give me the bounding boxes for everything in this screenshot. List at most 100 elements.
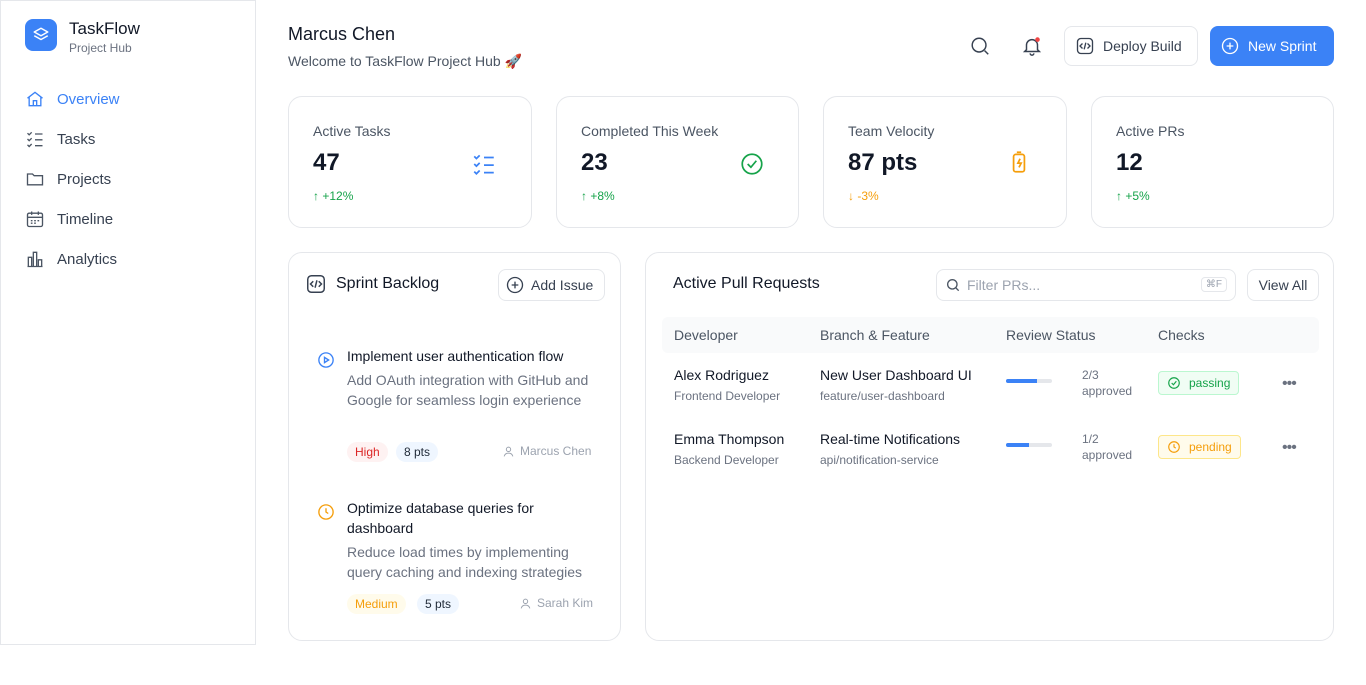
battery-bolt-icon	[1012, 151, 1026, 173]
review-progress-fill	[1006, 379, 1037, 383]
user-icon	[503, 446, 514, 457]
check-status-label: passing	[1189, 376, 1231, 390]
feature-name: New User Dashboard UI	[820, 367, 972, 383]
filter-prs-field[interactable]: ⌘F	[936, 269, 1236, 301]
stat-label: Active Tasks	[313, 123, 391, 139]
check-status-badge: pending	[1158, 435, 1241, 459]
welcome-text: Welcome to TaskFlow Project Hub 🚀	[288, 53, 522, 69]
review-status: 2/3 approved	[1082, 367, 1132, 399]
new-sprint-button[interactable]: New Sprint	[1210, 26, 1334, 66]
review-count: 1/2	[1082, 432, 1099, 446]
pull-requests-card: Active Pull Requests ⌘F View All Develop…	[645, 252, 1334, 641]
filter-prs-input[interactable]	[967, 277, 1187, 293]
more-options-icon[interactable]: •••	[1282, 439, 1297, 457]
review-count: 2/3	[1082, 368, 1099, 382]
deploy-build-button[interactable]: Deploy Build	[1064, 26, 1198, 66]
clock-icon	[318, 504, 334, 520]
sidebar-nav: Overview Tasks Projects Timeline Analyti…	[25, 87, 120, 287]
layers-icon	[25, 19, 57, 51]
review-status: 1/2 approved	[1082, 431, 1132, 463]
branch-name: feature/user-dashboard	[820, 389, 945, 403]
review-progress-fill	[1006, 443, 1029, 447]
stat-change: ↑ +5%	[1116, 189, 1150, 203]
bar-chart-icon	[27, 251, 43, 268]
points-badge: 8 pts	[396, 442, 439, 462]
plus-circle-icon	[506, 276, 524, 294]
review-word: approved	[1082, 448, 1133, 462]
brand-subtitle: Project Hub	[69, 41, 132, 55]
backlog-task[interactable]: Implement user authentication flow Add O…	[305, 348, 605, 469]
calendar-icon	[26, 211, 44, 228]
assignee-name: Sarah Kim	[537, 596, 594, 610]
feature-name: Real-time Notifications	[820, 431, 961, 447]
assignee: Marcus Chen	[502, 444, 591, 458]
deploy-build-label: Deploy Build	[1103, 38, 1182, 54]
column-header: Review Status	[1006, 327, 1096, 343]
sidebar-item-analytics[interactable]: Analytics	[25, 247, 120, 271]
check-circle-icon	[741, 153, 763, 175]
home-icon	[27, 91, 43, 107]
pull-requests-title: Active Pull Requests	[673, 275, 820, 292]
notifications-button[interactable]	[1020, 34, 1044, 58]
column-header: Branch & Feature	[820, 327, 930, 343]
bell-icon	[1022, 37, 1042, 56]
assignee-name: Marcus Chen	[520, 444, 592, 458]
stat-change: ↑ +8%	[581, 189, 615, 203]
code-icon	[307, 275, 325, 293]
task-title: Optimize database queries for dashboard	[347, 500, 534, 536]
stat-card-active-tasks: Active Tasks 47 ↑ +12%	[288, 96, 532, 228]
sprint-backlog-card: Sprint Backlog Add Issue Implement user …	[288, 252, 621, 641]
assignee: Sarah Kim	[519, 596, 593, 610]
developer-role: Backend Developer	[674, 453, 779, 467]
sidebar-item-label: Overview	[57, 90, 120, 108]
play-circle-icon	[318, 352, 334, 368]
table-row[interactable]: Emma Thompson Backend Developer Real-tim…	[662, 431, 1319, 487]
column-header: Developer	[674, 327, 738, 343]
task-description: Reduce load times by implementing query …	[347, 544, 583, 580]
sidebar-item-projects[interactable]: Projects	[25, 167, 120, 191]
table-header: Developer Branch & Feature Review Status…	[662, 317, 1319, 353]
stat-label: Team Velocity	[848, 123, 935, 139]
new-sprint-label: New Sprint	[1248, 38, 1317, 54]
brand-title: TaskFlow	[69, 19, 140, 38]
points-badge: 5 pts	[417, 594, 460, 614]
view-all-button[interactable]: View All	[1247, 269, 1319, 301]
sprint-backlog-title: Sprint Backlog	[336, 275, 440, 292]
task-description: Add OAuth integration with GitHub and Go…	[347, 372, 589, 408]
stat-value: 23	[581, 149, 608, 176]
stat-value: 12	[1116, 149, 1143, 176]
sidebar-item-label: Timeline	[57, 210, 114, 228]
list-check-icon	[27, 131, 43, 148]
sidebar-item-overview[interactable]: Overview	[25, 87, 120, 111]
search-icon	[947, 279, 960, 292]
user-icon	[520, 598, 531, 609]
stat-value: 47	[313, 149, 340, 176]
add-issue-label: Add Issue	[531, 277, 594, 293]
sidebar-item-tasks[interactable]: Tasks	[25, 127, 120, 151]
check-status-badge: passing	[1158, 371, 1240, 395]
add-issue-button[interactable]: Add Issue	[498, 269, 605, 301]
stat-label: Active PRs	[1116, 123, 1185, 139]
backlog-task[interactable]: Optimize database queries for dashboard …	[305, 500, 605, 621]
plus-circle-icon	[1221, 37, 1239, 55]
review-progress	[1006, 379, 1052, 383]
brand[interactable]: TaskFlow Project Hub	[25, 19, 140, 55]
search-icon	[971, 37, 989, 55]
developer-name: Emma Thompson	[674, 431, 785, 447]
stat-value: 87 pts	[848, 149, 918, 176]
stat-card-active-prs: Active PRs 12 ↑ +5%	[1091, 96, 1334, 228]
sidebar-item-timeline[interactable]: Timeline	[25, 207, 120, 231]
table-row[interactable]: Alex Rodriguez Frontend Developer New Us…	[662, 367, 1319, 423]
sidebar-item-label: Analytics	[57, 250, 118, 268]
code-icon	[1076, 37, 1094, 55]
more-options-icon[interactable]: •••	[1282, 375, 1297, 393]
stat-change: ↓ -3%	[848, 189, 879, 203]
stat-card-velocity: Team Velocity 87 pts ↓ -3%	[823, 96, 1067, 228]
clock-icon	[1168, 441, 1180, 453]
branch-name: api/notification-service	[820, 453, 939, 467]
list-check-icon	[473, 154, 494, 175]
stat-card-completed: Completed This Week 23 ↑ +8%	[556, 96, 799, 228]
search-button[interactable]	[968, 34, 992, 58]
sidebar-item-label: Projects	[57, 170, 112, 188]
shortcut-hint: ⌘F	[1200, 277, 1227, 292]
